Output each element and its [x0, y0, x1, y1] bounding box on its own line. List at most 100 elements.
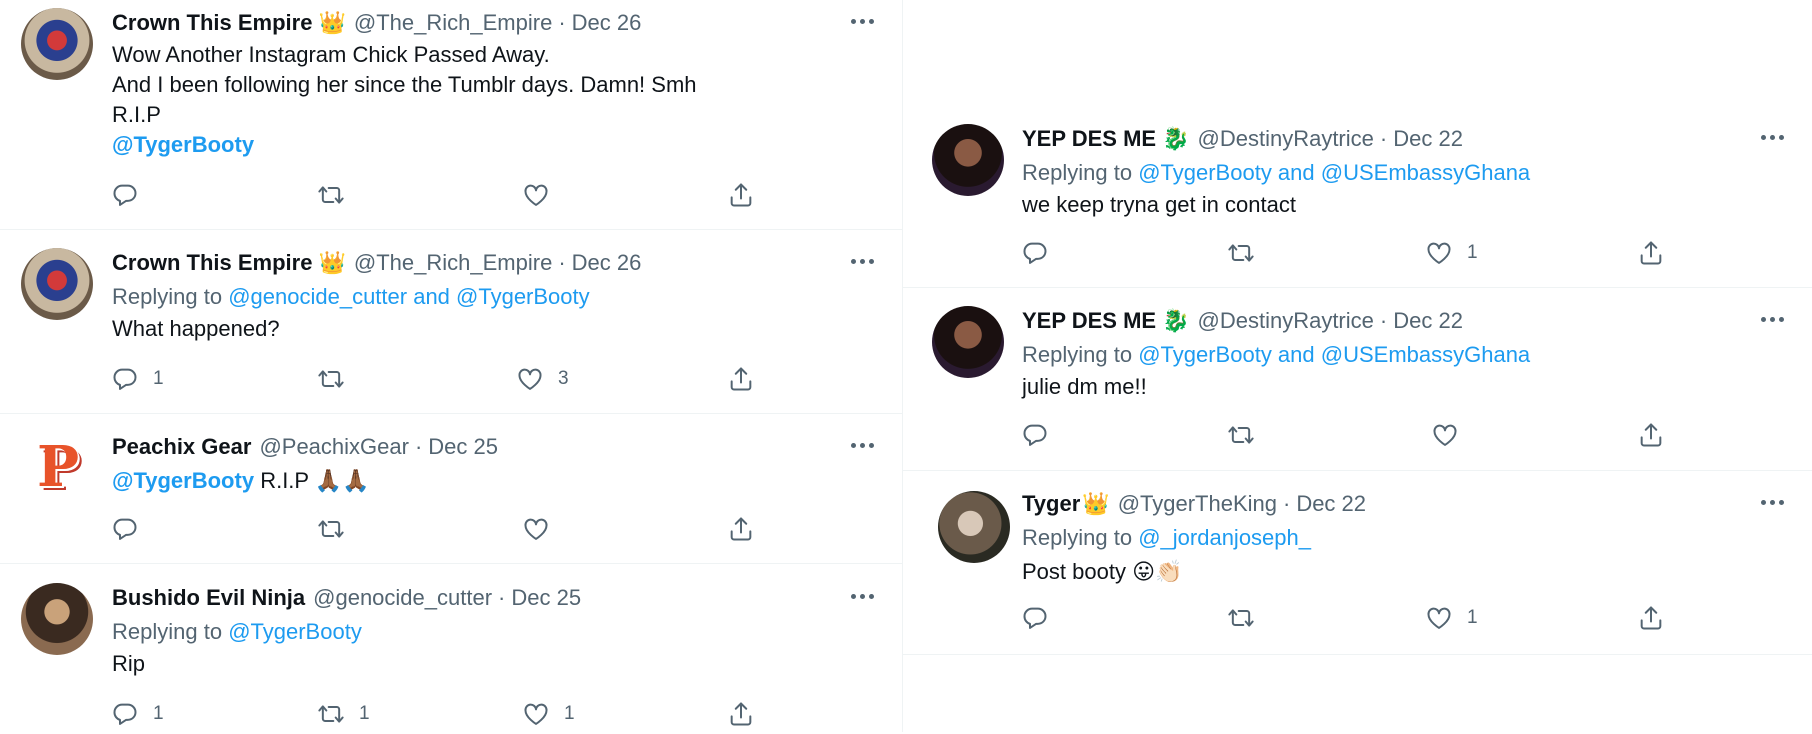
share-button[interactable]: [1637, 598, 1665, 638]
heart-icon: [1431, 421, 1459, 449]
share-button[interactable]: [727, 694, 755, 734]
share-button[interactable]: [1637, 233, 1665, 273]
avatar[interactable]: [938, 491, 1010, 563]
retweet-icon: [1227, 421, 1255, 449]
separator-dot: ·: [1379, 308, 1388, 333]
share-button[interactable]: [727, 509, 755, 549]
retweet-button[interactable]: [317, 175, 345, 215]
like-button[interactable]: [1431, 415, 1459, 455]
reply-button[interactable]: 1: [111, 359, 164, 399]
avatar[interactable]: [932, 306, 1004, 378]
reply-count: 1: [153, 703, 164, 724]
display-name[interactable]: Crown This Empire: [112, 246, 312, 280]
share-button[interactable]: [727, 175, 755, 215]
share-button[interactable]: [727, 359, 755, 399]
replying-to-links[interactable]: @_jordanjoseph_: [1138, 525, 1311, 550]
reply-button[interactable]: [1021, 598, 1049, 638]
tweet[interactable]: Crown This Empire 👑 @The_Rich_Empire · D…: [0, 230, 902, 414]
timestamp[interactable]: Dec 22: [1393, 304, 1463, 338]
tweet-text-line: Wow Another Instagram Chick Passed Away.: [112, 42, 550, 67]
reply-icon: [111, 515, 139, 543]
tweet[interactable]: P Peachix Gear @PeachixGear · Dec 25 @Ty…: [0, 414, 902, 564]
reply-icon: [1021, 239, 1049, 267]
retweet-icon: [1227, 239, 1255, 267]
reply-button[interactable]: [111, 509, 139, 549]
handle[interactable]: @The_Rich_Empire: [354, 246, 552, 280]
handle[interactable]: @DestinyRaytrice: [1198, 304, 1374, 338]
replying-to-links[interactable]: @TygerBooty and @USEmbassyGhana: [1138, 160, 1530, 185]
reply-button[interactable]: 1: [111, 694, 164, 734]
retweet-button[interactable]: 1: [317, 694, 370, 734]
replying-to: Replying to @TygerBooty and @USEmbassyGh…: [1022, 156, 1792, 190]
share-icon: [727, 365, 755, 393]
replying-to-links[interactable]: @TygerBooty and @USEmbassyGhana: [1138, 342, 1530, 367]
replying-to-label: Replying to: [1022, 342, 1133, 367]
tweet[interactable]: Crown This Empire 👑 @The_Rich_Empire · D…: [0, 0, 902, 230]
mention-link[interactable]: @TygerBooty: [112, 132, 254, 157]
replying-to-label: Replying to: [1022, 160, 1133, 185]
like-button[interactable]: [522, 509, 550, 549]
reply-button[interactable]: [111, 175, 139, 215]
timestamp[interactable]: Dec 25: [511, 581, 581, 615]
handle[interactable]: @TygerTheKing: [1118, 487, 1277, 521]
reply-button[interactable]: [1021, 415, 1049, 455]
like-button[interactable]: 1: [1425, 598, 1478, 638]
handle[interactable]: @The_Rich_Empire: [354, 6, 552, 40]
display-name[interactable]: YEP DES ME: [1022, 304, 1156, 338]
like-button[interactable]: 1: [1425, 233, 1478, 273]
retweet-button[interactable]: [1227, 598, 1255, 638]
peachix-logo[interactable]: P: [37, 439, 81, 495]
display-name[interactable]: Crown This Empire: [112, 6, 312, 40]
dragon-emoji: 🐉: [1162, 308, 1190, 333]
praying-hands-emoji: 🙏🏾🙏🏾: [314, 468, 370, 493]
avatar[interactable]: [21, 248, 93, 320]
handle[interactable]: @genocide_cutter: [313, 581, 492, 615]
tweet-text-line: R.I.P: [112, 102, 161, 127]
tweet[interactable]: Tyger 👑 @TygerTheKing · Dec 22 Replying …: [902, 471, 1812, 655]
tweet-text: R.I.P: [260, 468, 309, 493]
reply-icon: [111, 181, 139, 209]
retweet-button[interactable]: [317, 359, 345, 399]
separator-dot: ·: [498, 585, 506, 610]
handle[interactable]: @DestinyRaytrice: [1198, 122, 1374, 156]
handle[interactable]: @PeachixGear: [259, 430, 409, 464]
more-options-button[interactable]: [1752, 304, 1792, 334]
tweet[interactable]: Bushido Evil Ninja @genocide_cutter · De…: [0, 564, 902, 734]
heart-icon: [516, 365, 544, 393]
tweet[interactable]: YEP DES ME 🐉 @DestinyRaytrice · Dec 22 R…: [902, 288, 1812, 471]
more-options-button[interactable]: [1752, 122, 1792, 152]
more-options-button[interactable]: [842, 246, 882, 276]
like-button[interactable]: 3: [516, 359, 569, 399]
tweet[interactable]: YEP DES ME 🐉 @DestinyRaytrice · Dec 22 R…: [902, 98, 1812, 288]
replying-to-label: Replying to: [112, 619, 223, 644]
display-name[interactable]: Bushido Evil Ninja: [112, 581, 305, 615]
avatar[interactable]: [932, 124, 1004, 196]
reply-icon: [1021, 421, 1049, 449]
mention-link[interactable]: @TygerBooty: [112, 468, 254, 493]
timestamp[interactable]: Dec 26: [572, 6, 642, 40]
display-name[interactable]: YEP DES ME: [1022, 122, 1156, 156]
avatar[interactable]: [21, 583, 93, 655]
display-name[interactable]: Peachix Gear: [112, 430, 251, 464]
like-button[interactable]: 1: [522, 694, 575, 734]
timestamp[interactable]: Dec 25: [428, 430, 498, 464]
replying-to-links[interactable]: @genocide_cutter and @TygerBooty: [228, 284, 589, 309]
display-name[interactable]: Tyger: [1022, 487, 1080, 521]
like-button[interactable]: [522, 175, 550, 215]
more-options-button[interactable]: [842, 581, 882, 611]
more-options-button[interactable]: [842, 430, 882, 460]
timestamp[interactable]: Dec 22: [1296, 487, 1366, 521]
more-options-button[interactable]: [842, 6, 882, 36]
timestamp[interactable]: Dec 26: [572, 246, 642, 280]
avatar[interactable]: [21, 8, 93, 80]
more-options-button[interactable]: [1752, 487, 1792, 517]
replying-to-links[interactable]: @TygerBooty: [228, 619, 362, 644]
retweet-button[interactable]: [1227, 415, 1255, 455]
share-button[interactable]: [1637, 415, 1665, 455]
retweet-button[interactable]: [1227, 233, 1255, 273]
retweet-button[interactable]: [317, 509, 345, 549]
like-count: 3: [558, 368, 569, 389]
replying-to-label: Replying to: [112, 284, 223, 309]
timestamp[interactable]: Dec 22: [1393, 122, 1463, 156]
reply-button[interactable]: [1021, 233, 1049, 273]
